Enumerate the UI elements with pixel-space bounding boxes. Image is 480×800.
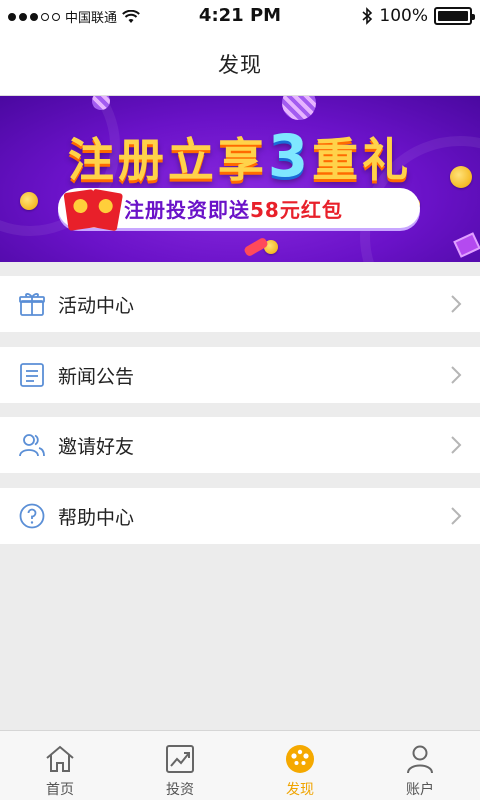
status-right: 100% [361, 6, 475, 26]
banner-title-part2: 重礼 [312, 133, 413, 187]
nav-bar: 发现 [0, 32, 480, 96]
menu-item-activity-center[interactable]: 活动中心 [0, 276, 480, 332]
banner-title-part1: 注册立享 [67, 133, 268, 187]
menu-item-label: 新闻公告 [58, 366, 135, 388]
promo-banner[interactable]: 注册立享3重礼 注册投资即送 58元红包 [0, 96, 480, 262]
banner-ball-decoration [282, 96, 316, 120]
tab-bar: 首页 投资 发现 账户 [0, 730, 480, 800]
status-bar: 中国联通 4:21 PM 100% [0, 0, 480, 32]
chevron-right-icon [451, 507, 462, 525]
promo-text: 注册投资即送 [124, 197, 250, 222]
banner-title-number: 3 [267, 122, 313, 190]
menu-item-label: 活动中心 [58, 295, 135, 317]
menu-item-label: 帮助中心 [58, 507, 135, 529]
discover-icon [286, 745, 314, 773]
gift-icon [19, 293, 45, 316]
chevron-right-icon [451, 366, 462, 384]
news-icon [20, 363, 44, 387]
battery-percent: 100% [379, 6, 428, 26]
chart-icon [166, 745, 194, 773]
menu-item-help-center[interactable]: 帮助中心 [0, 488, 480, 544]
menu-item-invite-friends[interactable]: 邀请好友 [0, 417, 480, 473]
tab-home[interactable]: 首页 [0, 731, 120, 800]
chevron-right-icon [451, 436, 462, 454]
tab-label: 首页 [46, 782, 74, 798]
home-icon [46, 745, 74, 772]
tab-label: 账户 [406, 782, 434, 798]
tab-label: 发现 [286, 782, 314, 798]
tab-label: 投资 [166, 782, 194, 798]
friends-icon [19, 434, 45, 457]
promo-highlight: 58元红包 [250, 197, 343, 222]
tab-account[interactable]: 账户 [360, 731, 480, 800]
coin-decoration [20, 192, 38, 210]
chevron-right-icon [451, 295, 462, 313]
bluetooth-icon [362, 7, 373, 25]
tab-discover[interactable]: 发现 [240, 731, 360, 800]
banner-title: 注册立享3重礼 [0, 122, 480, 190]
help-icon [19, 503, 45, 529]
battery-icon [434, 7, 475, 25]
page-title: 发现 [218, 52, 262, 77]
tab-invest[interactable]: 投资 [120, 731, 240, 800]
user-icon [407, 745, 433, 774]
banner-decoration [243, 236, 269, 258]
menu-item-label: 邀请好友 [58, 436, 135, 458]
battery-level [438, 11, 468, 21]
menu-item-news[interactable]: 新闻公告 [0, 347, 480, 403]
